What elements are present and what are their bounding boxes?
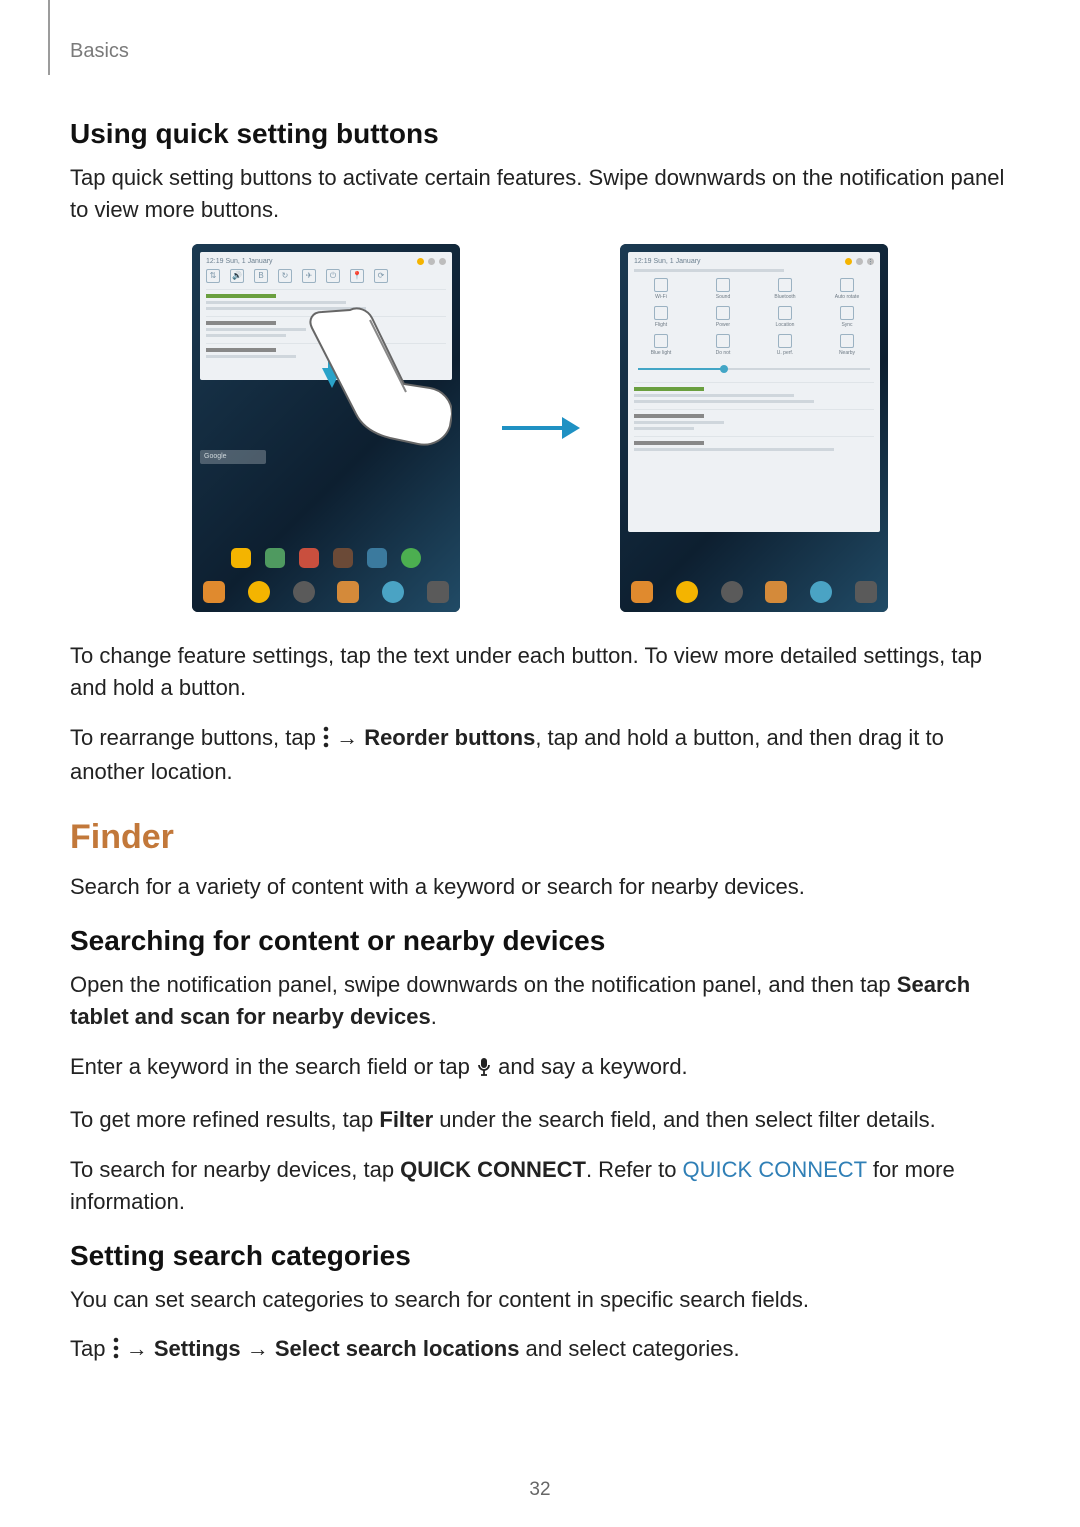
text: under the search field, and then select …	[433, 1107, 936, 1132]
text-bold: Reorder buttons	[364, 725, 535, 750]
bottom-app-row	[192, 576, 460, 608]
text: →	[126, 1336, 154, 1361]
text: Open the notification panel, swipe downw…	[70, 972, 897, 997]
heading-search-categories: Setting search categories	[70, 1240, 1010, 1272]
text: .	[431, 1004, 437, 1029]
text-bold: QUICK CONNECT	[400, 1157, 586, 1182]
page-number: 32	[0, 1479, 1080, 1501]
text: and select categories.	[519, 1336, 739, 1361]
figure-device-left: 12:19 Sun, 1 January ⇅🔊B↻ ✈⏻📍⟳ Googl	[192, 244, 460, 612]
more-options-icon	[322, 725, 330, 757]
paragraph-categories-steps: Tap → Settings → Select search locations…	[70, 1333, 1010, 1368]
paragraph-enter-keyword: Enter a keyword in the search field or t…	[70, 1051, 1010, 1086]
figure-row: 12:19 Sun, 1 January ⇅🔊B↻ ✈⏻📍⟳ Googl	[70, 244, 1010, 612]
quick-settings-grid: Wi-Fi Sound Bluetooth Auto rotate Flight…	[634, 278, 874, 356]
paragraph-change-settings: To change feature settings, tap the text…	[70, 640, 1010, 704]
hand-gesture-icon	[302, 304, 452, 464]
bottom-app-row	[620, 576, 888, 608]
microphone-icon	[476, 1054, 492, 1086]
heading-finder: Finder	[70, 818, 1010, 857]
breadcrumb: Basics	[70, 40, 1010, 63]
paragraph-finder: Search for a variety of content with a k…	[70, 871, 1010, 903]
heading-using-quick-setting: Using quick setting buttons	[70, 118, 1010, 150]
heading-searching: Searching for content or nearby devices	[70, 925, 1010, 957]
arrow-right-icon	[500, 413, 580, 443]
paragraph-rearrange: To rearrange buttons, tap → Reorder butt…	[70, 722, 1010, 789]
text: Tap	[70, 1336, 112, 1361]
text-bold: Settings	[154, 1336, 241, 1361]
figure-device-right: 12:19 Sun, 1 January ⋮ Wi-Fi Sound Bluet…	[620, 244, 888, 612]
text: →	[241, 1336, 275, 1361]
text-bold: Select search locations	[275, 1336, 520, 1361]
paragraph-categories: You can set search categories to search …	[70, 1284, 1010, 1316]
google-search-widget: Google	[200, 450, 266, 464]
text: and say a keyword.	[498, 1054, 688, 1079]
paragraph-quick-setting: Tap quick setting buttons to activate ce…	[70, 162, 1010, 226]
more-options-icon	[112, 1336, 120, 1368]
text: →	[336, 725, 364, 750]
text: Enter a keyword in the search field or t…	[70, 1054, 476, 1079]
brightness-slider	[634, 362, 874, 376]
paragraph-filter: To get more refined results, tap Filter …	[70, 1104, 1010, 1136]
text: To rearrange buttons, tap	[70, 725, 322, 750]
header-divider	[48, 0, 50, 75]
link-quick-connect[interactable]: QUICK CONNECT	[683, 1157, 867, 1182]
paragraph-quick-connect: To search for nearby devices, tap QUICK …	[70, 1154, 1010, 1218]
paragraph-search-tablet: Open the notification panel, swipe downw…	[70, 969, 1010, 1033]
dock-row	[192, 542, 460, 574]
text: To get more refined results, tap	[70, 1107, 379, 1132]
text: To search for nearby devices, tap	[70, 1157, 400, 1182]
text: . Refer to	[586, 1157, 683, 1182]
text-bold: Filter	[379, 1107, 433, 1132]
